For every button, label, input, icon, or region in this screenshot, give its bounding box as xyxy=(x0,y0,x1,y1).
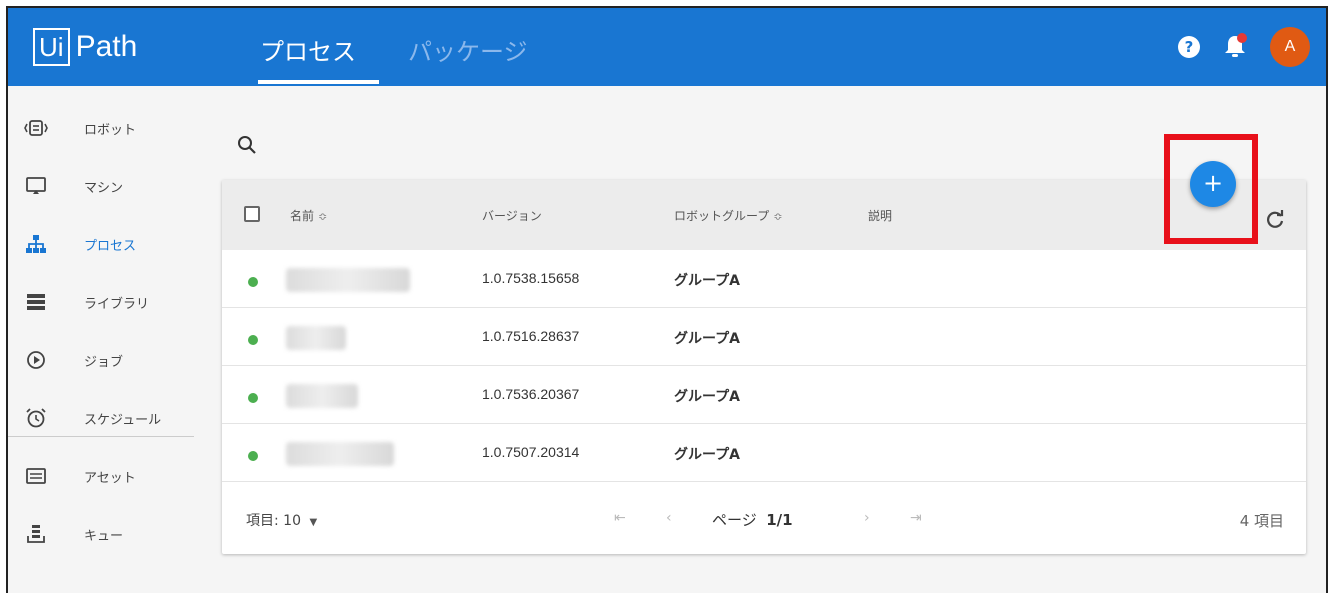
items-per-page-select[interactable]: 項目: 10 ▼ xyxy=(246,510,317,530)
sidebar-divider xyxy=(8,436,194,437)
process-table-card: 名前 ≎ バージョン ロボットグループ ≎ 説明 1.0.7538.15658 グル… xyxy=(222,180,1306,554)
redacted-process-name xyxy=(286,384,358,408)
sort-icon: ≎ xyxy=(318,210,328,223)
search-icon[interactable] xyxy=(236,134,258,156)
version-cell: 1.0.7516.28637 xyxy=(482,328,580,344)
table-row[interactable]: 1.0.7516.28637 グループA xyxy=(222,308,1306,366)
column-label: 名前 xyxy=(290,209,315,223)
redacted-process-name xyxy=(286,268,410,292)
page-indicator: ページ 1/1 xyxy=(712,509,793,530)
prev-page-icon[interactable]: ‹ xyxy=(666,510,672,526)
library-icon xyxy=(27,294,45,310)
page-value: 1/1 xyxy=(766,511,793,529)
active-tab-indicator xyxy=(258,80,379,84)
play-circle-icon xyxy=(27,351,45,369)
page-label: ページ xyxy=(712,511,757,529)
column-header-name[interactable]: 名前 ≎ xyxy=(290,207,327,224)
tab-process[interactable]: プロセス xyxy=(260,32,356,67)
queue-icon xyxy=(27,525,45,543)
uipath-logo[interactable]: Ui Path xyxy=(33,26,137,68)
group-cell: グループA xyxy=(674,273,740,289)
column-label: ロボットグループ xyxy=(674,209,770,223)
alarm-clock-icon xyxy=(26,408,46,428)
sidebar-item-process[interactable]: プロセス xyxy=(8,224,198,264)
status-ok-icon xyxy=(248,335,258,345)
logo-path-text: Path xyxy=(75,30,138,63)
sidebar-item-assets[interactable]: アセット xyxy=(8,456,198,496)
chevron-down-icon: ▼ xyxy=(309,517,318,528)
sidebar-item-machines[interactable]: マシン xyxy=(8,166,198,206)
items-per-page-label: 項目: 10 xyxy=(246,513,301,529)
tab-package[interactable]: パッケージ xyxy=(408,32,528,67)
first-page-icon[interactable]: ⇤ xyxy=(614,510,626,526)
sidebar: ロボット マシン プロセス ライブラリ ジョブ スケジュール アセット キュー xyxy=(8,86,198,593)
table-row[interactable]: 1.0.7507.20314 グループA xyxy=(222,424,1306,482)
app-frame: Ui Path プロセス パッケージ ? A ロボット マシン プロセス ライブ… xyxy=(6,6,1328,593)
version-cell: 1.0.7538.15658 xyxy=(482,270,580,286)
group-cell: グループA xyxy=(674,331,740,347)
sidebar-item-jobs[interactable]: ジョブ xyxy=(8,340,198,380)
sidebar-item-label: ライブラリ xyxy=(84,296,150,312)
sidebar-item-label: ジョブ xyxy=(84,354,124,370)
logo-ui-text: Ui xyxy=(33,28,70,66)
status-ok-icon xyxy=(248,277,258,287)
total-items: 4 項目 xyxy=(1239,512,1284,530)
robot-icon xyxy=(24,120,48,136)
sidebar-item-label: スケジュール xyxy=(84,412,162,428)
sidebar-item-label: マシン xyxy=(84,180,124,196)
table-row[interactable]: 1.0.7536.20367 グループA xyxy=(222,366,1306,424)
sidebar-item-queues[interactable]: キュー xyxy=(8,514,198,554)
group-cell: グループA xyxy=(674,447,740,463)
last-page-icon[interactable]: ⇥ xyxy=(910,510,922,526)
bell-icon[interactable] xyxy=(1222,32,1248,60)
monitor-icon xyxy=(26,177,46,194)
column-header-version: バージョン xyxy=(482,209,542,223)
column-header-description: 説明 xyxy=(868,209,893,223)
sidebar-item-label: アセット xyxy=(84,470,136,486)
sidebar-item-label: ロボット xyxy=(84,122,137,138)
version-cell: 1.0.7536.20367 xyxy=(482,386,580,402)
group-cell: グループA xyxy=(674,389,740,405)
sidebar-item-library[interactable]: ライブラリ xyxy=(8,282,198,322)
table-header: 名前 ≎ バージョン ロボットグループ ≎ 説明 xyxy=(222,180,1306,250)
column-header-robot-group[interactable]: ロボットグループ ≎ xyxy=(674,207,783,224)
sort-icon: ≎ xyxy=(773,210,783,223)
table-row[interactable]: 1.0.7538.15658 グループA xyxy=(222,250,1306,308)
sidebar-item-schedule[interactable]: スケジュール xyxy=(8,398,198,438)
top-header: Ui Path プロセス パッケージ ? A xyxy=(8,8,1326,86)
redacted-process-name xyxy=(286,442,394,466)
sidebar-item-label: キュー xyxy=(84,528,124,544)
select-all-checkbox[interactable] xyxy=(244,206,260,222)
help-icon[interactable]: ? xyxy=(1178,36,1200,58)
sidebar-item-robots[interactable]: ロボット xyxy=(8,108,198,148)
next-page-icon[interactable]: › xyxy=(864,510,870,526)
status-ok-icon xyxy=(248,393,258,403)
table-footer: 項目: 10 ▼ ⇤ ‹ ページ 1/1 › ⇥ 4 項目 xyxy=(222,486,1306,554)
status-ok-icon xyxy=(248,451,258,461)
redacted-process-name xyxy=(286,326,346,350)
highlight-annotation-box xyxy=(1164,134,1258,244)
asset-icon xyxy=(26,468,46,484)
avatar[interactable]: A xyxy=(1270,27,1310,67)
sidebar-item-label: プロセス xyxy=(84,238,137,254)
sitemap-icon xyxy=(26,235,46,253)
refresh-icon[interactable] xyxy=(1263,208,1287,232)
version-cell: 1.0.7507.20314 xyxy=(482,444,580,460)
